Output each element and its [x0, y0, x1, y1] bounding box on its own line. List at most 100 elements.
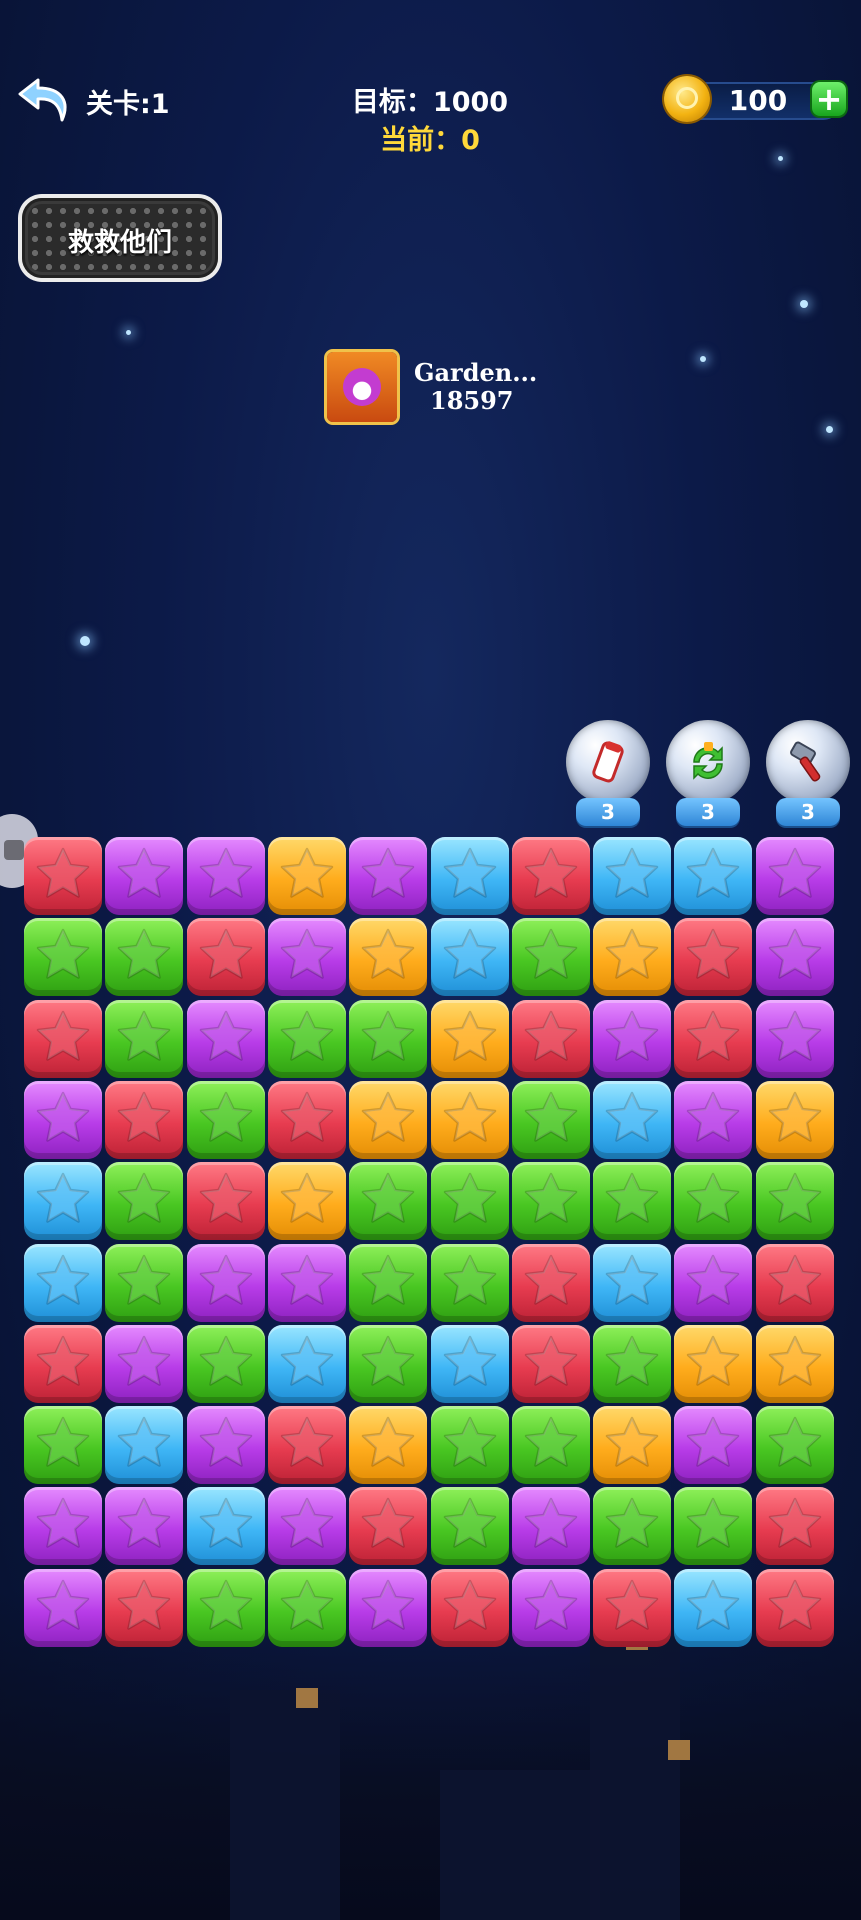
- tile-red[interactable]: [24, 837, 102, 915]
- tile-red[interactable]: [512, 837, 590, 915]
- tile-blue[interactable]: [268, 1325, 346, 1403]
- tile-purple[interactable]: [24, 1569, 102, 1647]
- rescue-button[interactable]: 救救他们: [22, 198, 218, 278]
- tile-green[interactable]: [105, 1244, 183, 1322]
- tile-purple[interactable]: [674, 1406, 752, 1484]
- tile-purple[interactable]: [756, 918, 834, 996]
- tile-purple[interactable]: [187, 837, 265, 915]
- tile-green[interactable]: [756, 1162, 834, 1240]
- tile-purple[interactable]: [24, 1081, 102, 1159]
- tile-green[interactable]: [349, 1244, 427, 1322]
- tile-blue[interactable]: [674, 837, 752, 915]
- tile-red[interactable]: [756, 1569, 834, 1647]
- tile-green[interactable]: [674, 1487, 752, 1565]
- tile-purple[interactable]: [105, 1325, 183, 1403]
- tile-purple[interactable]: [674, 1244, 752, 1322]
- tile-red[interactable]: [593, 1569, 671, 1647]
- tile-yellow[interactable]: [349, 1081, 427, 1159]
- tile-red[interactable]: [431, 1569, 509, 1647]
- tile-green[interactable]: [105, 1162, 183, 1240]
- tile-yellow[interactable]: [268, 1162, 346, 1240]
- tile-green[interactable]: [105, 918, 183, 996]
- tile-blue[interactable]: [24, 1162, 102, 1240]
- tile-yellow[interactable]: [674, 1325, 752, 1403]
- tile-purple[interactable]: [187, 1000, 265, 1078]
- tile-green[interactable]: [674, 1162, 752, 1240]
- tile-purple[interactable]: [756, 1000, 834, 1078]
- tile-purple[interactable]: [756, 837, 834, 915]
- tile-purple[interactable]: [349, 1569, 427, 1647]
- tile-green[interactable]: [187, 1325, 265, 1403]
- tile-yellow[interactable]: [349, 1406, 427, 1484]
- tile-blue[interactable]: [431, 918, 509, 996]
- tile-purple[interactable]: [268, 1487, 346, 1565]
- booster-shuffle[interactable]: 3: [666, 720, 750, 830]
- tile-blue[interactable]: [105, 1406, 183, 1484]
- tile-red[interactable]: [512, 1325, 590, 1403]
- tile-green[interactable]: [431, 1244, 509, 1322]
- tile-red[interactable]: [105, 1081, 183, 1159]
- tile-red[interactable]: [187, 918, 265, 996]
- tile-purple[interactable]: [268, 1244, 346, 1322]
- tile-yellow[interactable]: [431, 1000, 509, 1078]
- tile-yellow[interactable]: [268, 837, 346, 915]
- booster-hammer[interactable]: 3: [766, 720, 850, 830]
- tile-green[interactable]: [268, 1569, 346, 1647]
- tile-green[interactable]: [187, 1081, 265, 1159]
- tile-green[interactable]: [512, 918, 590, 996]
- tile-red[interactable]: [349, 1487, 427, 1565]
- tile-red[interactable]: [756, 1487, 834, 1565]
- tile-green[interactable]: [593, 1325, 671, 1403]
- tile-green[interactable]: [431, 1487, 509, 1565]
- tile-green[interactable]: [349, 1000, 427, 1078]
- tile-yellow[interactable]: [349, 918, 427, 996]
- tile-blue[interactable]: [593, 1244, 671, 1322]
- tile-green[interactable]: [512, 1081, 590, 1159]
- tile-green[interactable]: [593, 1162, 671, 1240]
- tile-purple[interactable]: [512, 1569, 590, 1647]
- tile-red[interactable]: [674, 918, 752, 996]
- tile-blue[interactable]: [674, 1569, 752, 1647]
- tile-purple[interactable]: [349, 837, 427, 915]
- tile-purple[interactable]: [593, 1000, 671, 1078]
- tile-yellow[interactable]: [593, 1406, 671, 1484]
- tile-green[interactable]: [431, 1162, 509, 1240]
- tile-green[interactable]: [268, 1000, 346, 1078]
- tile-green[interactable]: [24, 918, 102, 996]
- tile-red[interactable]: [24, 1000, 102, 1078]
- tile-purple[interactable]: [105, 1487, 183, 1565]
- tile-green[interactable]: [349, 1325, 427, 1403]
- leaderboard-avatar[interactable]: [327, 352, 397, 422]
- tile-red[interactable]: [512, 1000, 590, 1078]
- tile-purple[interactable]: [105, 837, 183, 915]
- tile-green[interactable]: [349, 1162, 427, 1240]
- tile-purple[interactable]: [674, 1081, 752, 1159]
- tile-blue[interactable]: [593, 837, 671, 915]
- back-button[interactable]: [16, 76, 72, 126]
- tile-yellow[interactable]: [756, 1325, 834, 1403]
- tile-blue[interactable]: [593, 1081, 671, 1159]
- tile-red[interactable]: [268, 1081, 346, 1159]
- tile-purple[interactable]: [268, 918, 346, 996]
- tile-yellow[interactable]: [593, 918, 671, 996]
- tile-red[interactable]: [756, 1244, 834, 1322]
- tile-red[interactable]: [24, 1325, 102, 1403]
- tile-blue[interactable]: [431, 837, 509, 915]
- add-coins-button[interactable]: +: [812, 82, 846, 116]
- tile-green[interactable]: [105, 1000, 183, 1078]
- tile-yellow[interactable]: [431, 1081, 509, 1159]
- tile-green[interactable]: [512, 1406, 590, 1484]
- tile-purple[interactable]: [512, 1487, 590, 1565]
- tile-red[interactable]: [268, 1406, 346, 1484]
- tile-purple[interactable]: [187, 1406, 265, 1484]
- tile-blue[interactable]: [187, 1487, 265, 1565]
- tile-green[interactable]: [431, 1406, 509, 1484]
- tile-blue[interactable]: [431, 1325, 509, 1403]
- tile-red[interactable]: [512, 1244, 590, 1322]
- tile-yellow[interactable]: [756, 1081, 834, 1159]
- tile-green[interactable]: [593, 1487, 671, 1565]
- tile-blue[interactable]: [24, 1244, 102, 1322]
- tile-green[interactable]: [512, 1162, 590, 1240]
- tile-red[interactable]: [674, 1000, 752, 1078]
- tile-green[interactable]: [756, 1406, 834, 1484]
